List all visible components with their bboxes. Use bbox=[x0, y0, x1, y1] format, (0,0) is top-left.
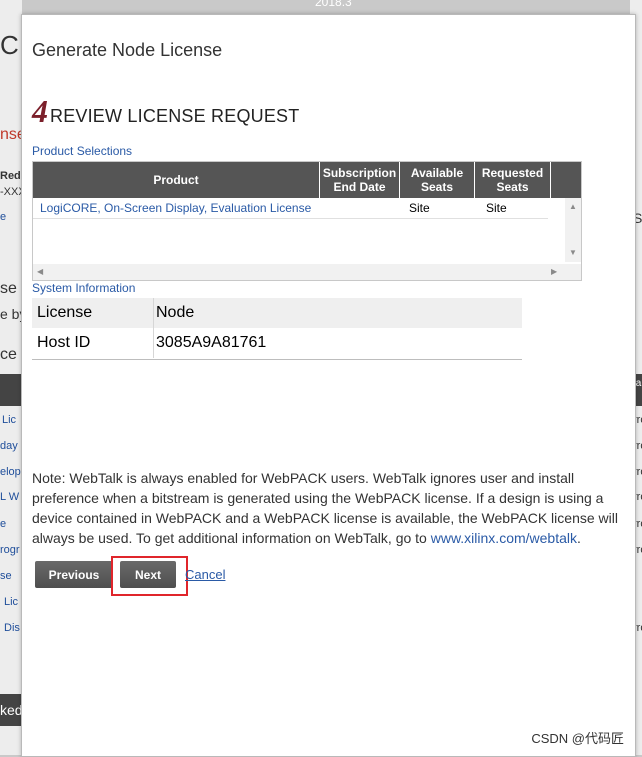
background-fragment: se bbox=[0, 280, 17, 297]
webtalk-link[interactable]: www.xilinx.com/webtalk bbox=[431, 530, 577, 546]
system-info-label-cell: Host ID bbox=[32, 328, 154, 358]
background-fragment: C bbox=[0, 30, 19, 60]
background-version-text: 2018.3 bbox=[315, 0, 352, 9]
background-fragment: Lic bbox=[2, 414, 17, 426]
cancel-link[interactable]: Cancel bbox=[185, 567, 225, 582]
background-fragment: e bbox=[0, 211, 7, 223]
scroll-left-icon[interactable]: ◀ bbox=[37, 267, 43, 276]
webtalk-note-end: . bbox=[577, 530, 581, 546]
vertical-scrollbar[interactable]: ▲ ▼ bbox=[565, 198, 581, 262]
product-selections-label: Product Selections bbox=[32, 144, 133, 158]
system-information-label: System Information bbox=[32, 281, 136, 295]
table-row: License Node bbox=[32, 298, 522, 328]
background-header-bar bbox=[0, 374, 22, 406]
previous-button[interactable]: Previous bbox=[35, 561, 113, 588]
generate-license-dialog: Generate Node License 4 REVIEW LICENSE R… bbox=[21, 14, 636, 757]
webtalk-note: Note: WebTalk is always enabled for WebP… bbox=[32, 468, 622, 548]
background-fragment: ked bbox=[0, 702, 23, 718]
scroll-right-icon[interactable]: ▶ bbox=[551, 267, 557, 276]
background-fragment: ce bbox=[0, 346, 17, 363]
scroll-up-icon[interactable]: ▲ bbox=[569, 202, 577, 211]
background-fragment: elop bbox=[0, 466, 21, 478]
available-seats-cell: Site bbox=[409, 201, 430, 215]
dialog-title: Generate Node License bbox=[32, 40, 223, 60]
product-table: Product Subscription End Date Available … bbox=[32, 161, 582, 281]
system-info-table: License Node Host ID 3085A9A81761 bbox=[32, 298, 522, 360]
column-header-end-date: Subscription End Date bbox=[320, 162, 400, 198]
column-header-available-seats: Available Seats bbox=[400, 162, 475, 198]
product-name-link[interactable]: LogiCORE, On-Screen Display, Evaluation … bbox=[40, 201, 311, 215]
step-number: 4 bbox=[32, 93, 48, 129]
background-fragment: rogr bbox=[0, 544, 20, 556]
background-fragment: se bbox=[0, 570, 12, 582]
requested-seats-cell: Site bbox=[486, 201, 507, 215]
background-fragment: L W bbox=[0, 491, 20, 503]
column-header-product: Product bbox=[33, 162, 320, 198]
table-row: LogiCORE, On-Screen Display, Evaluation … bbox=[33, 198, 548, 219]
system-info-value-cell: 3085A9A81761 bbox=[156, 334, 267, 351]
watermark: CSDN @代码匠 bbox=[531, 731, 624, 746]
product-table-header: Product Subscription End Date Available … bbox=[33, 162, 581, 198]
horizontal-scrollbar[interactable]: ◀ ▶ bbox=[33, 264, 581, 280]
next-highlight-box bbox=[111, 556, 188, 596]
background-fragment: Dis bbox=[4, 622, 20, 634]
system-info-label-cell: License bbox=[32, 298, 154, 328]
system-info-value-cell: Node bbox=[156, 304, 195, 321]
background-fragment: e bbox=[0, 518, 7, 530]
column-header-requested-seats: Requested Seats bbox=[475, 162, 551, 198]
step-title: REVIEW LICENSE REQUEST bbox=[50, 106, 300, 126]
step-header: 4 REVIEW LICENSE REQUEST bbox=[32, 93, 299, 130]
scroll-down-icon[interactable]: ▼ bbox=[569, 248, 577, 257]
background-fragment: Red bbox=[0, 170, 21, 182]
background-fragment: day bbox=[0, 440, 18, 452]
background-fragment: Lic bbox=[4, 596, 19, 608]
table-row: Host ID 3085A9A81761 bbox=[32, 328, 522, 358]
